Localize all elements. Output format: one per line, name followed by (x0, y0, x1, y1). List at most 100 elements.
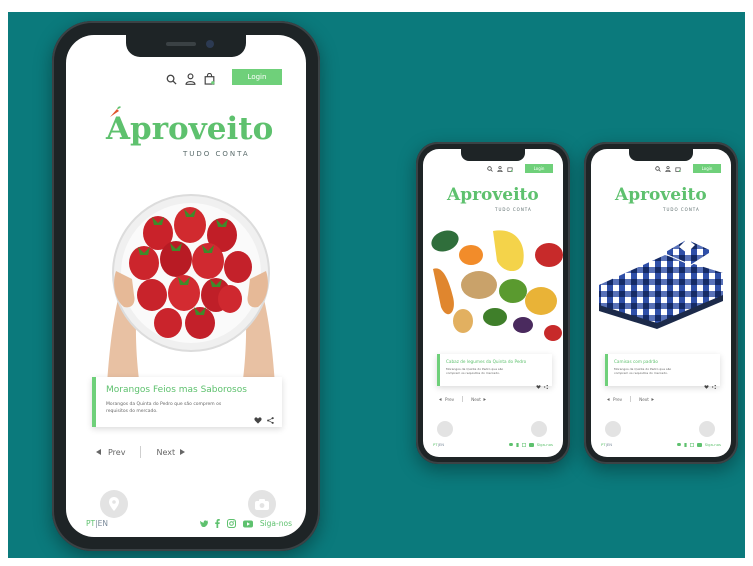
card-actions (704, 374, 716, 393)
user-icon[interactable] (185, 73, 196, 85)
prev-button[interactable]: Prev (439, 397, 454, 402)
youtube-icon[interactable] (696, 442, 702, 447)
shopping-bag-icon[interactable] (507, 166, 513, 172)
chevron-left-icon (607, 397, 610, 401)
nav-divider (140, 446, 142, 458)
prev-button[interactable]: Prev (607, 397, 622, 402)
phone-notch (126, 35, 246, 57)
phone-small-vegetables-screen: Login Aproveito TUDO CONTA Cabaz de legu… (423, 149, 563, 457)
lang-pt[interactable]: PT (86, 519, 95, 528)
chevron-right-icon (483, 397, 486, 401)
share-icon[interactable] (712, 374, 716, 393)
phone-notch (629, 149, 693, 161)
heart-icon[interactable] (536, 374, 541, 393)
shopping-bag-icon[interactable] (675, 166, 681, 172)
location-button[interactable] (100, 490, 128, 518)
login-button[interactable]: Login (525, 164, 553, 173)
vegetables-image (431, 230, 563, 341)
footer: PT|EN Siga-nos (433, 442, 553, 447)
phone-large-screen: Login Aproveito TUDO CONTA Morangos Feio… (66, 35, 306, 537)
instagram-icon[interactable] (521, 442, 526, 447)
facebook-icon[interactable] (215, 519, 220, 528)
instagram-icon[interactable] (226, 519, 236, 528)
follow-us-label: Siga-nos (536, 442, 553, 447)
footer: PT|EN Siga-nos (86, 519, 292, 528)
camera-button[interactable] (531, 421, 547, 437)
location-icon (109, 497, 119, 511)
camera-button[interactable] (699, 421, 715, 437)
plaid-shirts-image (599, 238, 723, 329)
footer: PT|EN Siga-nos (601, 442, 721, 447)
twitter-icon[interactable] (199, 520, 208, 527)
card-title: Camisas com padrão (614, 359, 658, 364)
shopping-bag-icon[interactable] (204, 73, 215, 85)
brand-logo: Aproveito (615, 185, 707, 205)
language-switch: PT|EN (86, 519, 108, 528)
share-icon[interactable] (544, 374, 548, 393)
follow-us-label: Siga-nos (704, 442, 721, 447)
twitter-icon[interactable] (676, 443, 681, 446)
camera-button[interactable] (248, 490, 276, 518)
share-icon[interactable] (267, 409, 274, 428)
front-camera (206, 40, 214, 48)
mockup-stage: Login Aproveito TUDO CONTA Morangos Feio… (8, 12, 745, 558)
follow-us-label: Siga-nos (259, 519, 292, 528)
top-bar (166, 73, 215, 85)
search-icon[interactable] (655, 166, 661, 172)
location-button[interactable] (605, 421, 621, 437)
pagination-nav: Prev Next (607, 396, 654, 402)
login-button[interactable]: Login (232, 69, 282, 85)
nav-divider (462, 396, 464, 402)
card-description: Morangos da Quinta do Pedro que são comp… (446, 367, 504, 375)
card-title: Morangos Feios mas Saborosos (106, 385, 247, 395)
social-links: Siga-nos (676, 442, 721, 447)
lang-en[interactable]: EN (607, 442, 612, 447)
card-actions (536, 374, 548, 393)
card-description: Morangos da Quinta do Pedro que são comp… (106, 402, 222, 414)
card-description: Morangos da Quinta do Pedro que são comp… (614, 367, 672, 375)
phone-notch (461, 149, 525, 161)
camera-icon (255, 498, 269, 510)
user-icon[interactable] (665, 166, 671, 172)
instagram-icon[interactable] (689, 442, 694, 447)
next-button[interactable]: Next (156, 448, 186, 457)
user-icon[interactable] (497, 166, 503, 172)
social-links: Siga-nos (199, 519, 292, 528)
language-switch: PT|EN (601, 442, 612, 447)
card-title: Cabaz de legumes da Quinta do Pedro (446, 359, 527, 364)
location-button[interactable] (437, 421, 453, 437)
nav-divider (630, 396, 632, 402)
login-button[interactable]: Login (693, 164, 721, 173)
product-card[interactable]: Cabaz de legumes da Quinta do Pedro Mora… (437, 354, 552, 389)
strawberries-bowl-image (106, 194, 276, 400)
pagination-nav: Prev Next (439, 396, 486, 402)
twitter-icon[interactable] (508, 443, 513, 446)
phone-speaker (166, 42, 196, 46)
phone-small-shirts: Login Aproveito TUDO CONTA Camisas com p… (584, 142, 738, 464)
facebook-icon[interactable] (516, 442, 519, 447)
next-button[interactable]: Next (471, 397, 486, 402)
heart-icon[interactable] (704, 374, 709, 393)
lang-en[interactable]: EN (98, 519, 108, 528)
social-links: Siga-nos (508, 442, 553, 447)
youtube-icon[interactable] (242, 520, 253, 528)
facebook-icon[interactable] (684, 442, 687, 447)
brand-logo: Aproveito (106, 111, 274, 147)
search-icon[interactable] (487, 166, 493, 172)
brand-logo: Aproveito (447, 185, 539, 205)
chevron-left-icon (439, 397, 442, 401)
lang-en[interactable]: EN (439, 442, 444, 447)
product-card[interactable]: Camisas com padrão Morangos da Quinta do… (605, 354, 720, 389)
chevron-right-icon (180, 449, 186, 455)
youtube-icon[interactable] (528, 442, 534, 447)
heart-icon[interactable] (254, 409, 262, 428)
language-switch: PT|EN (433, 442, 444, 447)
phone-small-shirts-screen: Login Aproveito TUDO CONTA Camisas com p… (591, 149, 731, 457)
chevron-right-icon (651, 397, 654, 401)
product-card[interactable]: Morangos Feios mas Saborosos Morangos da… (92, 377, 282, 427)
brand-tagline: TUDO CONTA (663, 207, 700, 212)
pagination-nav: Prev Next (96, 446, 186, 458)
prev-button[interactable]: Prev (96, 448, 125, 457)
next-button[interactable]: Next (639, 397, 654, 402)
search-icon[interactable] (166, 74, 177, 85)
